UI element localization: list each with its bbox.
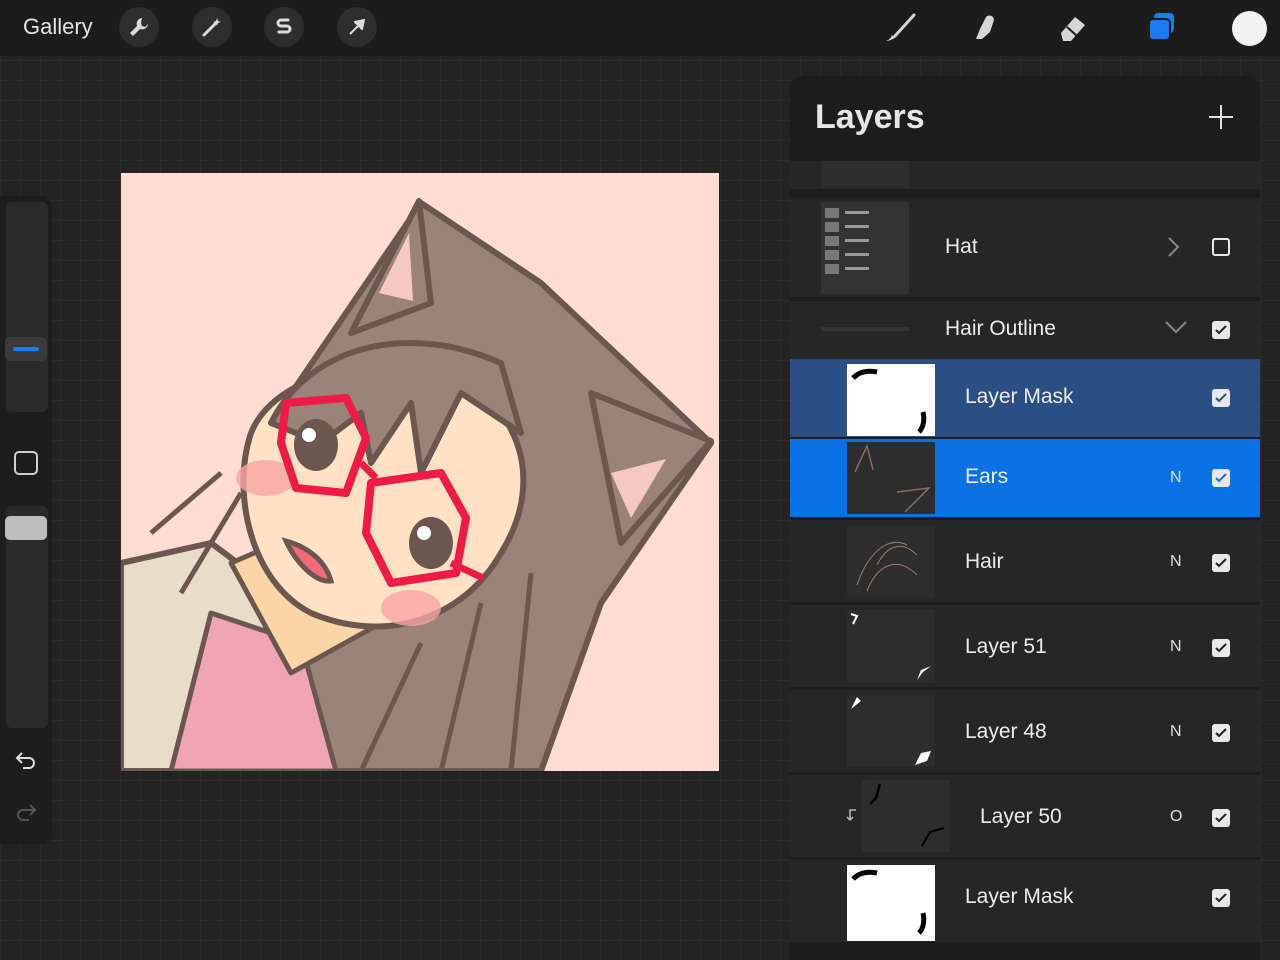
layers-title: Layers <box>815 98 925 136</box>
left-sidebar <box>0 196 52 844</box>
selection-icon[interactable] <box>264 7 304 47</box>
visibility-checkbox[interactable] <box>1212 389 1230 407</box>
color-swatch[interactable] <box>1232 11 1267 46</box>
blend-mode[interactable]: O <box>1170 808 1182 826</box>
plus-icon[interactable] <box>1208 104 1234 130</box>
layer-thumbnail <box>847 865 935 941</box>
artwork <box>121 173 719 771</box>
brush-icon[interactable] <box>881 8 919 46</box>
layer-row-layer-mask-2[interactable]: Layer Mask <box>790 860 1260 942</box>
chevron-down-icon[interactable] <box>1164 319 1188 340</box>
blend-mode[interactable]: N <box>1170 723 1182 741</box>
layer-name: Ears <box>965 465 1009 488</box>
layer-row-hat[interactable]: Hat <box>790 198 1260 297</box>
layer-thumbnail <box>847 525 935 597</box>
layer-thumbnail <box>862 780 950 852</box>
layer-thumbnail <box>821 327 909 331</box>
eraser-icon[interactable] <box>1054 8 1092 46</box>
layer-row-layer-50[interactable]: Layer 50 O <box>790 775 1260 857</box>
gallery-button[interactable]: Gallery <box>23 14 93 40</box>
wrench-icon[interactable] <box>119 7 159 47</box>
clipping-mask-icon <box>846 808 858 827</box>
drawing-canvas[interactable] <box>121 173 719 771</box>
layer-name: Layer Mask <box>965 885 1074 908</box>
blend-mode[interactable]: N <box>1170 638 1182 656</box>
visibility-checkbox[interactable] <box>1212 238 1230 256</box>
transform-arrow-icon[interactable] <box>337 7 377 47</box>
brush-size-thumb[interactable] <box>5 337 47 361</box>
visibility-checkbox[interactable] <box>1212 639 1230 657</box>
layer-name: Hair <box>965 550 1004 573</box>
visibility-checkbox[interactable] <box>1212 469 1230 487</box>
layer-name: Layer 50 <box>980 805 1062 828</box>
visibility-checkbox[interactable] <box>1212 321 1230 339</box>
layer-name: Layer Mask <box>965 385 1074 408</box>
modify-button[interactable] <box>14 451 38 475</box>
visibility-checkbox[interactable] <box>1212 724 1230 742</box>
layer-row-hair-outline[interactable]: Hair Outline <box>790 301 1260 359</box>
layers-panel: Layers Hat Hair Outline Layer Mask Ears … <box>790 76 1260 960</box>
undo-icon[interactable] <box>14 748 38 777</box>
chevron-right-icon[interactable] <box>1166 236 1180 263</box>
visibility-checkbox[interactable] <box>1212 809 1230 827</box>
blend-mode[interactable]: N <box>1170 553 1182 571</box>
layer-thumbnail <box>821 161 909 188</box>
layer-row-layer-mask[interactable]: Layer Mask <box>790 359 1260 437</box>
layer-thumbnail <box>847 364 935 436</box>
redo-icon[interactable] <box>14 800 38 829</box>
layer-row-partial[interactable] <box>790 161 1260 189</box>
layer-thumbnail <box>847 695 935 767</box>
top-toolbar: Gallery <box>0 0 1280 56</box>
layer-row-ears[interactable]: Ears N <box>790 439 1260 517</box>
magic-wand-icon[interactable] <box>192 7 232 47</box>
layer-row-layer-51[interactable]: Layer 51 N <box>790 605 1260 687</box>
layer-name: Layer 51 <box>965 635 1047 658</box>
layer-name: Hair Outline <box>945 317 1056 340</box>
smudge-icon[interactable] <box>967 8 1005 46</box>
visibility-checkbox[interactable] <box>1212 554 1230 572</box>
layer-name: Layer 48 <box>965 720 1047 743</box>
layers-icon[interactable] <box>1143 8 1181 46</box>
layer-row-hair[interactable]: Hair N <box>790 520 1260 602</box>
layer-thumbnail <box>821 202 909 294</box>
layer-thumbnail <box>847 442 935 514</box>
visibility-checkbox[interactable] <box>1212 889 1230 907</box>
layer-thumbnail <box>847 610 935 682</box>
layer-name: Hat <box>945 235 978 258</box>
blend-mode[interactable]: N <box>1170 469 1182 487</box>
opacity-thumb[interactable] <box>5 516 47 540</box>
layer-row-layer-48[interactable]: Layer 48 N <box>790 690 1260 772</box>
brush-size-slider[interactable] <box>6 202 48 412</box>
